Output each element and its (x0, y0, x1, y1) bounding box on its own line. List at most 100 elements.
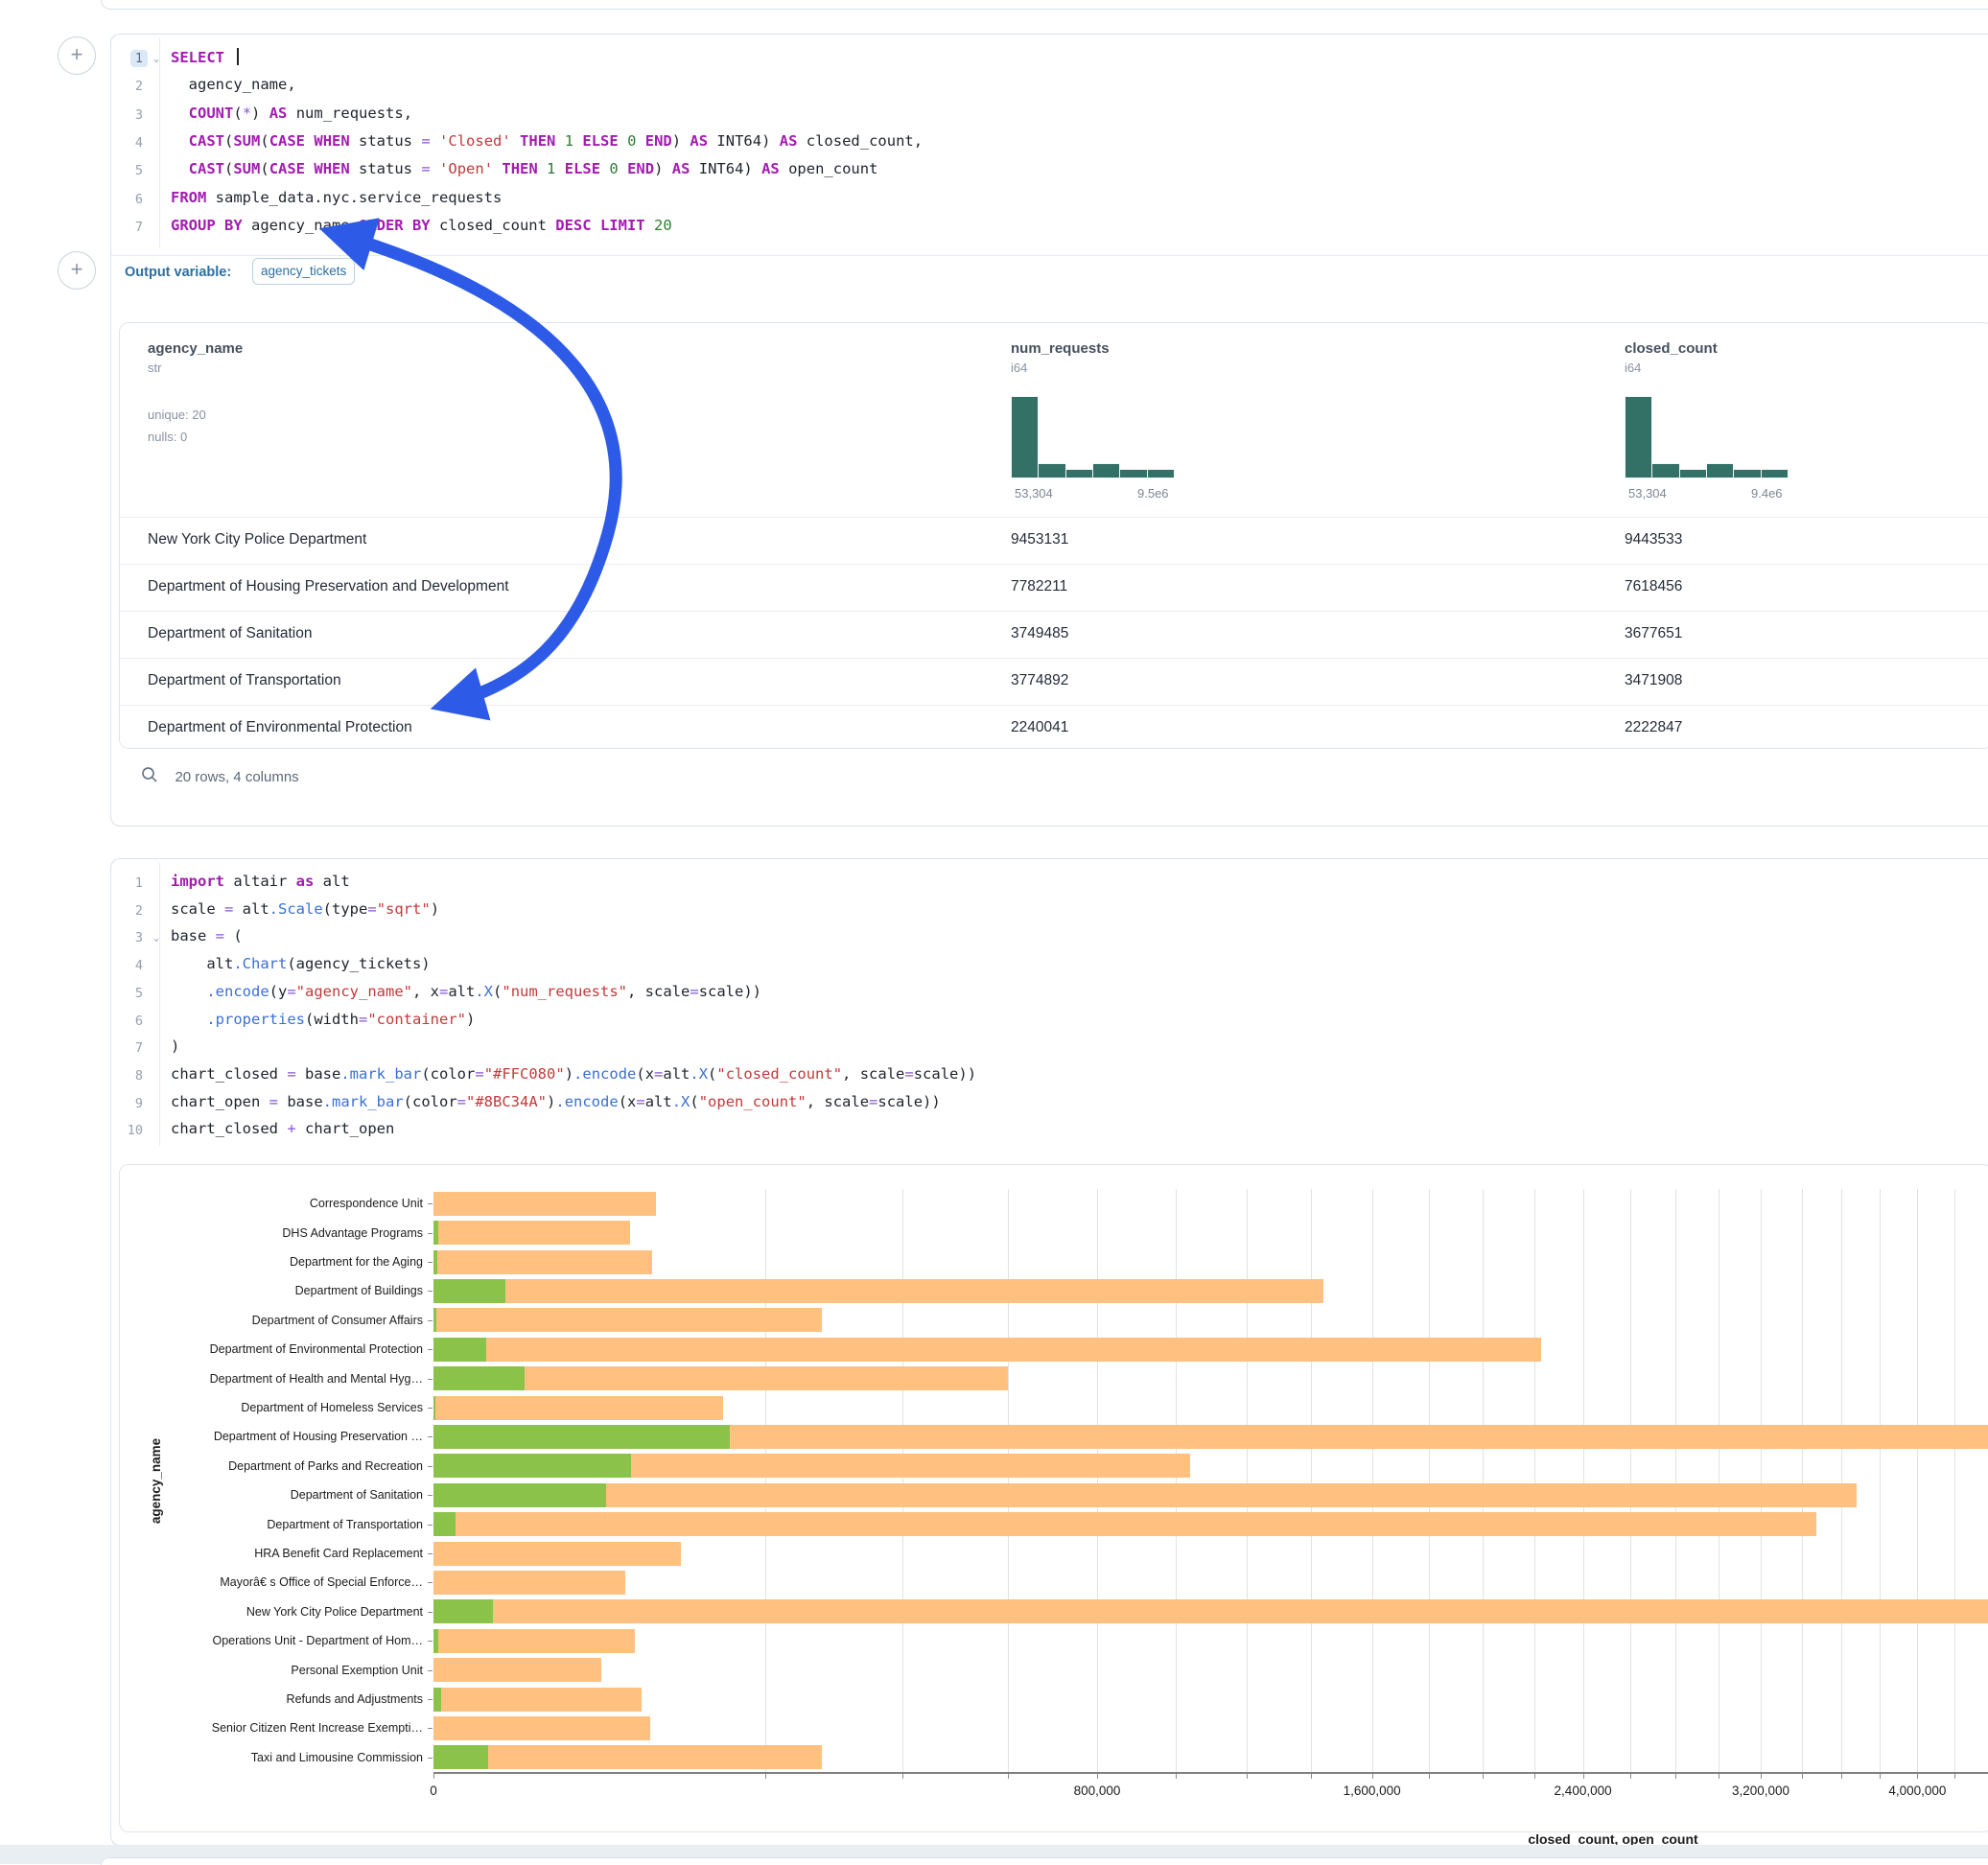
code-line[interactable]: FROM sample_data.nyc.service_requests (171, 189, 502, 206)
code-token (171, 1011, 206, 1028)
output-variable-pill[interactable]: agency_tickets (252, 258, 355, 285)
code-token: , scale (807, 1093, 869, 1110)
code-line[interactable]: alt.Chart(agency_tickets) (171, 955, 431, 972)
code-token: = (904, 1065, 913, 1083)
table-row[interactable]: Department of Sanitation37494853677651 (120, 611, 1988, 659)
y-axis-label: Correspondence Unit (310, 1197, 423, 1210)
code-token (619, 160, 627, 177)
code-line[interactable]: chart_open = base.mark_bar(color="#8BC34… (171, 1093, 941, 1110)
sql-cell: 1⌄SELECT 2 agency_name,3 COUNT(*) AS num… (110, 34, 1988, 827)
add-cell-button-output[interactable]: + (58, 251, 96, 290)
line-number-text: 7 (130, 1039, 148, 1057)
code-line[interactable]: .properties(width="container") (171, 1011, 475, 1028)
code-line[interactable]: CAST(SUM(CASE WHEN status = 'Open' THEN … (171, 160, 877, 177)
code-token: SUM (233, 132, 260, 150)
y-axis-label: Department of Housing Preservation … (214, 1430, 423, 1443)
code-line[interactable]: import altair as alt (171, 873, 350, 890)
code-token: ) (171, 1037, 179, 1055)
code-token (538, 160, 547, 177)
sql-code-editor[interactable]: 1⌄SELECT 2 agency_name,3 COUNT(*) AS num… (111, 35, 1988, 255)
line-number-text: 7 (130, 219, 148, 236)
code-line[interactable]: chart_closed = base.mark_bar(color="#FFC… (171, 1065, 976, 1083)
column-stat: unique: 20 (148, 408, 206, 422)
code-token: chart_closed (171, 1120, 287, 1137)
code-token: = (475, 1065, 483, 1083)
code-token: = (439, 983, 448, 1000)
code-token: FROM (171, 189, 206, 206)
histogram-bar (1625, 396, 1652, 478)
code-token (171, 132, 189, 150)
bar-closed (433, 1308, 822, 1332)
row-count-label: 20 rows, 4 columns (175, 769, 298, 785)
column-header[interactable]: num_requestsi64 (1011, 340, 1110, 375)
code-token: AS (672, 160, 690, 177)
column-header[interactable]: agency_namestr (148, 340, 243, 375)
add-cell-button-top[interactable]: + (58, 36, 96, 75)
x-axis-tick-label: 4,000,000 (1888, 1783, 1946, 1798)
code-line[interactable]: ) (171, 1037, 179, 1055)
gridline (1311, 1189, 1312, 1772)
code-line[interactable]: GROUP BY agency_name ORDER BY closed_cou… (171, 217, 672, 234)
cell-agency-name: Department of Transportation (148, 672, 341, 689)
y-axis-label: Department of Buildings (295, 1284, 423, 1297)
code-line[interactable]: chart_closed + chart_open (171, 1120, 394, 1137)
fold-caret-icon[interactable]: ⌄ (148, 933, 159, 944)
code-token: CASE (269, 160, 305, 177)
cell-num-requests: 9453131 (1011, 531, 1068, 548)
bar-closed (433, 1571, 625, 1595)
column-name: closed_count (1625, 340, 1718, 357)
table-row[interactable]: Department of Transportation377489234719… (120, 658, 1988, 706)
bar-open (433, 1221, 438, 1245)
table-row[interactable]: New York City Police Department945313194… (120, 517, 1988, 565)
x-axis-tick (1880, 1774, 1881, 1779)
bar-open (433, 1745, 488, 1769)
y-axis-tick (428, 1379, 433, 1380)
code-token: CASE (269, 132, 305, 150)
code-token (305, 160, 314, 177)
line-number: 6 (111, 1013, 159, 1030)
code-token: alt (448, 983, 475, 1000)
bar-closed (433, 1396, 723, 1420)
code-token: base (278, 1093, 323, 1110)
gridline (1761, 1189, 1762, 1772)
table-row[interactable]: Department of Environmental Protection22… (120, 705, 1988, 749)
gridline (1583, 1189, 1584, 1772)
line-number: 5 (111, 985, 159, 1002)
x-axis-tick (1097, 1774, 1098, 1779)
y-axis-label: New York City Police Department (246, 1605, 423, 1619)
code-token: CAST (189, 132, 224, 150)
code-line[interactable]: .encode(y="agency_name", x=alt.X("num_re… (171, 983, 761, 1000)
code-line[interactable]: base = ( (171, 927, 243, 944)
bar-closed (433, 1745, 822, 1769)
fold-caret-icon[interactable]: ⌄ (148, 54, 159, 64)
code-token: (agency_tickets) (287, 955, 430, 972)
output-variable-label: Output variable: (125, 265, 231, 280)
y-axis-tick (428, 1641, 433, 1642)
table-row[interactable]: Department of Housing Preservation and D… (120, 564, 1988, 612)
code-line[interactable]: CAST(SUM(CASE WHEN status = 'Closed' THE… (171, 132, 923, 150)
code-line[interactable]: agency_name, (171, 76, 296, 93)
altair-chart: Correspondence UnitDHS Advantage Program… (120, 1165, 1988, 1831)
code-line[interactable]: COUNT(*) AS num_requests, (171, 105, 412, 122)
column-type: i64 (1625, 361, 1718, 375)
python-code-editor[interactable]: 1 import altair as alt2 scale = alt.Scal… (111, 859, 1988, 1152)
y-axis-tick (428, 1582, 433, 1583)
code-line[interactable]: SELECT (171, 48, 239, 66)
column-header[interactable]: closed_count i64 (1625, 340, 1718, 375)
y-axis-label: Operations Unit - Department of Hom… (212, 1634, 423, 1647)
y-axis-tick (428, 1553, 433, 1554)
histogram-min-label: 53,304 (1015, 486, 1053, 501)
bar-open (433, 1279, 505, 1303)
line-number: 7 (111, 219, 159, 236)
code-token: .encode (573, 1065, 636, 1083)
text-cursor (237, 48, 239, 65)
line-number: 8 (111, 1067, 159, 1084)
code-line[interactable]: scale = alt.Scale(type="sqrt") (171, 900, 439, 918)
code-token (555, 160, 564, 177)
y-axis-labels: Correspondence UnitDHS Advantage Program… (120, 1189, 433, 1772)
search-icon[interactable] (140, 765, 159, 789)
line-number-text: 8 (130, 1067, 148, 1084)
code-token: = (636, 1093, 644, 1110)
y-axis-tick (428, 1758, 433, 1759)
line-number: 3⌄ (111, 929, 159, 946)
